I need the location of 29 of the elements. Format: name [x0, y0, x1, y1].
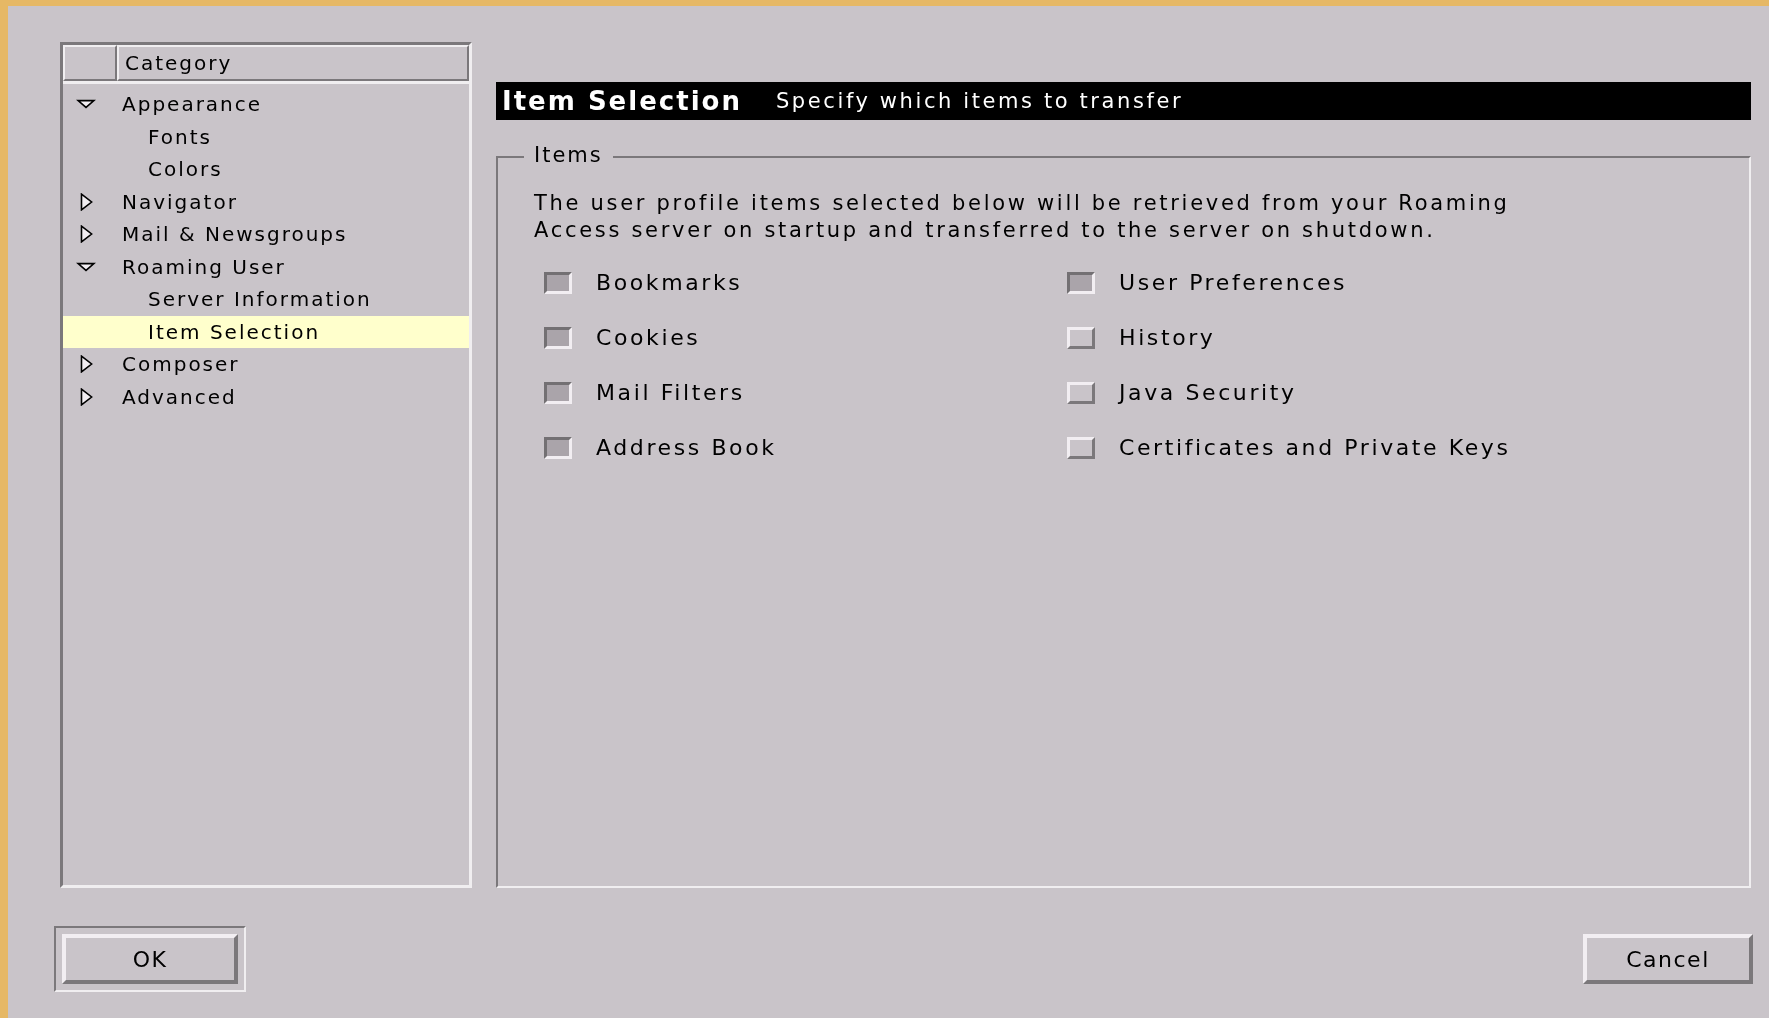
tree-item[interactable]: Item Selection [63, 315, 469, 348]
checkbox[interactable] [544, 381, 572, 404]
checkbox-label[interactable]: History [1119, 325, 1216, 350]
checkbox[interactable] [1067, 271, 1095, 294]
checkbox-label[interactable]: Cookies [596, 325, 701, 350]
tree-item[interactable]: Server Information [63, 283, 469, 316]
checkbox-label[interactable]: Bookmarks [596, 270, 743, 295]
checkbox[interactable] [544, 436, 572, 459]
tree-item[interactable]: Colors [63, 153, 469, 186]
checkbox[interactable] [544, 271, 572, 294]
panel-title: Item Selection [502, 86, 742, 116]
tree-item[interactable]: Navigator [63, 185, 469, 218]
column-header[interactable]: Category [117, 45, 469, 81]
description-text: The user profile items selected below will be retrieved from your Roaming Access server on startup and transferred to the server on shutdown. [534, 190, 1511, 244]
checkbox-label[interactable]: Certificates and Private Keys [1119, 435, 1511, 460]
tree-item[interactable]: Composer [63, 348, 469, 381]
checkbox[interactable] [544, 326, 572, 349]
cancel-button[interactable]: Cancel [1583, 934, 1753, 984]
tree-item[interactable]: Advanced [63, 380, 469, 413]
checkbox-label[interactable]: Java Security [1119, 380, 1297, 405]
checkbox-label[interactable]: User Preferences [1119, 270, 1348, 295]
panel-subtitle: Specify which items to transfer [775, 89, 1184, 113]
checkbox-label[interactable]: Mail Filters [596, 380, 745, 405]
checkbox-label[interactable]: Address Book [596, 435, 777, 460]
ok-button[interactable]: OK [62, 934, 238, 984]
tree-item[interactable]: Fonts [63, 120, 469, 153]
tree-item[interactable]: Mail & Newsgroups [63, 218, 469, 251]
tree-item[interactable]: Appearance [63, 88, 469, 121]
tree-item[interactable]: Roaming User [63, 250, 469, 283]
